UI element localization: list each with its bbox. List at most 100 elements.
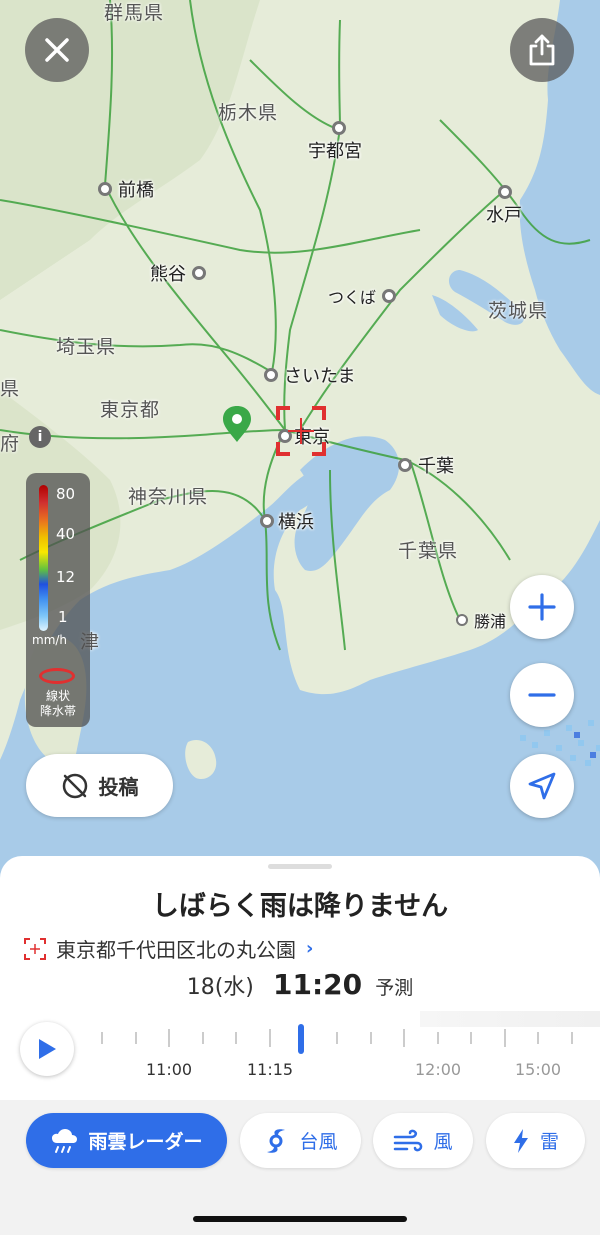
tab-lightning[interactable]: 雷: [486, 1113, 585, 1168]
share-button[interactable]: [510, 18, 574, 82]
post-label: 投稿: [98, 775, 139, 799]
map-view[interactable]: 群馬県 栃木県 茨城県 埼玉県 東京都 神奈川県 千葉県 県 府 津 i 宇都宮…: [0, 0, 600, 880]
city-dot-icon: [498, 185, 512, 199]
sheet-handle[interactable]: [268, 864, 332, 869]
minus-icon: [528, 693, 556, 697]
timeline-tick: [437, 1032, 439, 1044]
home-indicator: [193, 1216, 407, 1222]
share-icon: [529, 34, 555, 66]
city-marker[interactable]: 宇都宮: [308, 121, 362, 163]
play-button[interactable]: [20, 1022, 74, 1076]
rain-cloud-icon: [52, 1128, 78, 1153]
typhoon-icon: [267, 1128, 286, 1153]
wind-icon: [394, 1129, 423, 1151]
city-label: 横浜: [278, 512, 314, 533]
lightning-icon: [513, 1128, 528, 1153]
timeline-fade: [420, 1011, 600, 1027]
tab-label: 台風: [299, 1131, 338, 1153]
mode-tabs: 雨雲レーダー 台風 風 雷: [0, 1100, 600, 1235]
crosshair-icon: [24, 937, 46, 960]
timeline-tick: [571, 1032, 573, 1044]
timeline-tick: [470, 1032, 472, 1044]
tab-label: 雨雲レーダー: [88, 1131, 203, 1153]
tab-typhoon[interactable]: 台風: [240, 1113, 361, 1168]
time-label: 11:20: [273, 968, 363, 1001]
city-marker[interactable]: 千葉: [398, 452, 454, 478]
tab-rain-radar[interactable]: 雨雲レーダー: [26, 1113, 227, 1168]
city-label: 宇都宮: [308, 141, 362, 162]
city-label: 前橋: [118, 180, 154, 201]
pref-label: 府: [0, 433, 21, 455]
map-pin-icon[interactable]: [221, 404, 253, 444]
timeline-tick: [336, 1032, 338, 1044]
timeline-label: 11:15: [247, 1060, 294, 1079]
rain-scale-bar: [39, 485, 48, 631]
city-label: 熊谷: [150, 264, 186, 285]
legend-unit: mm/h: [32, 633, 68, 647]
post-button[interactable]: 投稿: [26, 754, 173, 817]
city-marker[interactable]: 勝浦: [456, 608, 506, 632]
city-label: 水戸: [486, 205, 522, 226]
timeline-label: 11:00: [146, 1060, 193, 1079]
city-marker[interactable]: 水戸: [486, 185, 522, 227]
pref-label: 埼玉県: [56, 336, 117, 358]
pref-label: 群馬県: [104, 2, 165, 24]
close-icon: [45, 38, 69, 62]
city-marker[interactable]: 熊谷: [150, 260, 206, 286]
play-icon: [39, 1039, 56, 1059]
city-label: さいたま: [284, 366, 356, 387]
close-button[interactable]: [25, 18, 89, 82]
timeline-tick: [135, 1032, 137, 1044]
city-label: 勝浦: [474, 612, 507, 631]
timeline-tick: [403, 1029, 405, 1047]
timeline-label: 12:00: [415, 1060, 462, 1079]
pref-label: 東京都: [100, 399, 161, 421]
info-icon[interactable]: i: [29, 426, 51, 448]
city-marker[interactable]: 前橋: [98, 176, 154, 202]
pref-label: 千葉県: [398, 540, 459, 562]
timeline-tick: [504, 1029, 506, 1047]
city-marker[interactable]: さいたま: [264, 362, 355, 388]
locate-button[interactable]: [510, 754, 574, 818]
forecast-headline: しばらく雨は降りません: [151, 891, 449, 922]
pref-label: 栃木県: [218, 102, 279, 124]
city-dot-icon: [456, 614, 468, 626]
tab-wind[interactable]: 風: [373, 1113, 473, 1168]
city-dot-icon: [382, 289, 397, 303]
city-marker[interactable]: つくば: [328, 284, 397, 308]
timeline-tick: [168, 1029, 170, 1047]
timeline-tick: [202, 1032, 204, 1044]
timeline-tick: [537, 1032, 539, 1044]
city-dot-icon: [98, 182, 112, 196]
pref-label: 神奈川県: [128, 486, 209, 508]
zoom-out-button[interactable]: [510, 663, 574, 727]
tab-label: 雷: [539, 1131, 559, 1153]
linear-band-icon: [39, 668, 75, 684]
city-label: つくば: [328, 288, 377, 307]
pref-label: 茨城県: [488, 300, 549, 322]
city-dot-icon: [398, 458, 412, 472]
date-label: 18(水): [186, 975, 254, 1000]
zoom-in-button[interactable]: [510, 575, 574, 639]
location-name: 東京都千代田区北の丸公園: [56, 938, 296, 962]
legend-band-label: 線状 降水帯: [39, 689, 76, 718]
timeline-tick: [370, 1032, 372, 1044]
city-dot-icon: [260, 514, 274, 528]
pref-label: 県: [0, 378, 21, 400]
rain-legend: 80 40 12 1 mm/h 線状 降水帯: [26, 473, 90, 727]
timeline-label: 15:00: [515, 1060, 562, 1079]
navigation-arrow-icon: [528, 772, 556, 800]
timeline-cursor[interactable]: [298, 1024, 304, 1054]
location-link[interactable]: 東京都千代田区北の丸公園 ›: [24, 934, 313, 963]
forecast-sheet: しばらく雨は降りません 東京都千代田区北の丸公園 › 18(水) 11:20 予…: [0, 856, 600, 1100]
legend-tick: 1: [58, 608, 68, 626]
city-dot-icon: [264, 368, 278, 382]
no-camera-icon: [62, 773, 87, 798]
timeline-tick: [235, 1032, 237, 1044]
city-marker[interactable]: 横浜: [260, 508, 314, 534]
legend-tick: 12: [56, 568, 76, 586]
tab-label: 風: [433, 1131, 453, 1153]
timeline-tick: [101, 1032, 103, 1044]
plus-icon: [528, 593, 556, 621]
selected-time: 18(水) 11:20 予測: [0, 968, 600, 1001]
